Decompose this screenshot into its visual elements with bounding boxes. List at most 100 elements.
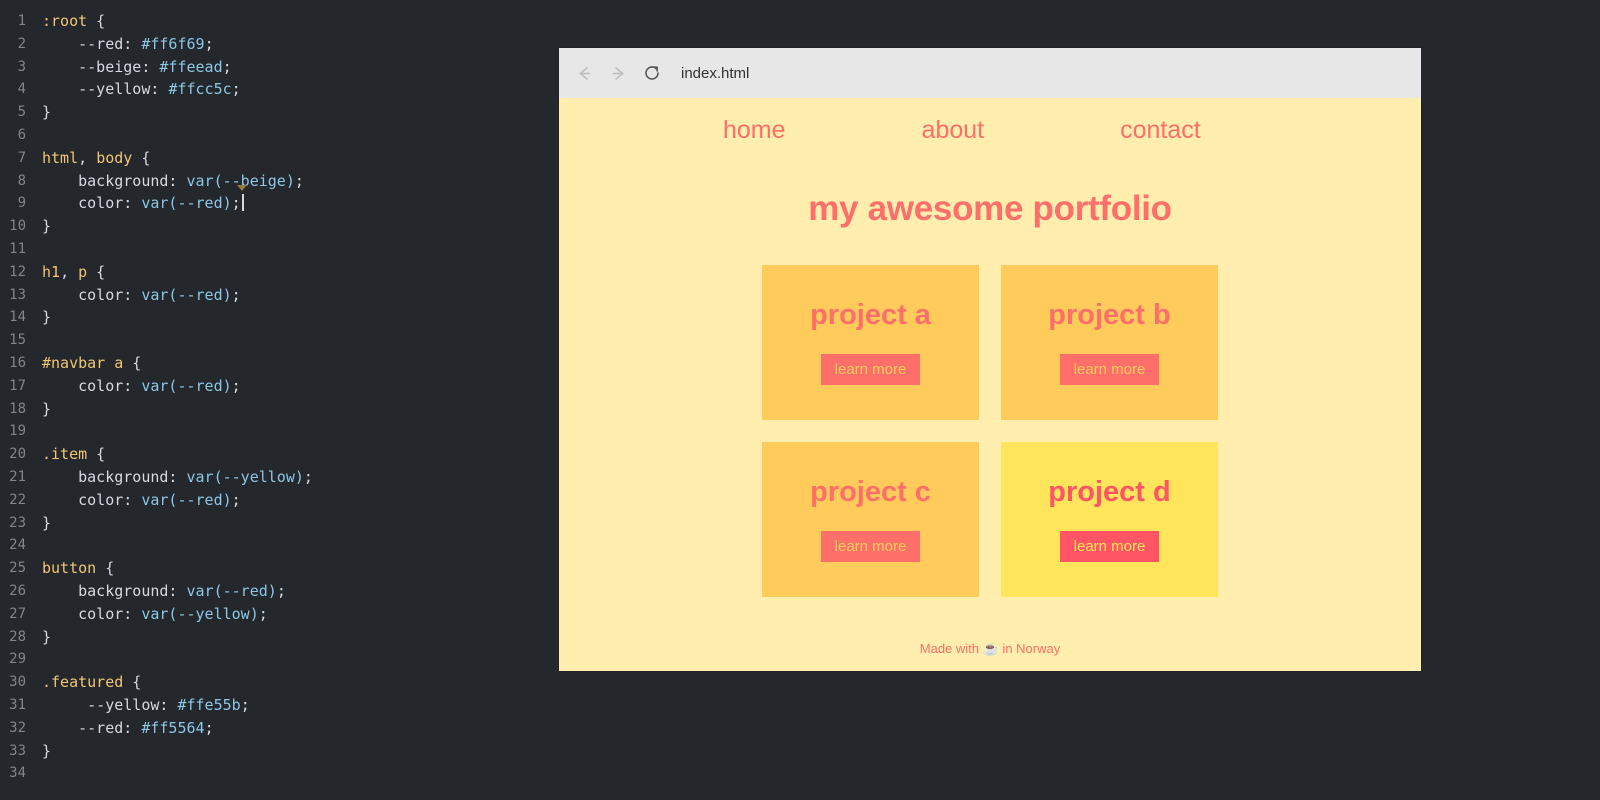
line-number: 11 (9, 240, 26, 257)
site-navbar: home about contact (605, 98, 1375, 145)
project-card-a[interactable]: project a learn more (762, 265, 979, 420)
code-line[interactable]: 21 background: var(--yellow); (0, 466, 560, 489)
code-line[interactable]: 2 --red: #ff6f69; (0, 33, 560, 56)
project-card-b[interactable]: project b learn more (1001, 265, 1218, 420)
project-card-d[interactable]: project d learn more (1001, 442, 1218, 597)
code-editor[interactable]: 1:root {2 --red: #ff6f69; 3 --beige: #ffe… (0, 0, 560, 800)
code-line[interactable]: 8 background: var(--beige); (0, 170, 560, 193)
code-line[interactable]: 12 h1, p { (0, 261, 560, 284)
forward-icon[interactable] (605, 60, 631, 86)
code-text: } (42, 308, 52, 327)
browser-window: index.html home about contact my awesome… (559, 48, 1421, 671)
code-line[interactable]: 16 #navbar a { (0, 352, 560, 375)
code-line[interactable]: 15 (0, 329, 560, 352)
code-line[interactable]: 9 color: var(--red); (0, 185, 560, 215)
code-line[interactable]: 34 (0, 762, 560, 785)
code-line[interactable]: 32 --red: #ff5564; (0, 717, 560, 740)
learn-more-button[interactable]: learn more (1059, 530, 1160, 562)
url-text[interactable]: index.html (681, 65, 749, 82)
code-text: --red: #ff5564; (42, 718, 214, 737)
code-line[interactable]: 7 html, body { (0, 147, 560, 170)
code-text: } (42, 627, 52, 646)
projects-grid: project a learn more project b learn mor… (605, 265, 1375, 597)
line-number: 9 (17, 195, 26, 212)
line-number: 5 (17, 104, 26, 121)
line-number: 29 (9, 651, 26, 668)
code-line[interactable]: 18} (0, 398, 560, 421)
code-line[interactable]: 27 color: var(--yellow); (0, 603, 560, 626)
code-line[interactable]: 11 (0, 238, 560, 261)
code-line[interactable]: 13 color: var(--red); (0, 284, 560, 307)
code-text: } (42, 399, 52, 418)
line-number: 34 (9, 765, 26, 782)
learn-more-button[interactable]: learn more (820, 353, 921, 385)
page-footer: Made with ☕ in Norway (919, 641, 1061, 656)
back-icon[interactable] (571, 60, 597, 86)
code-line[interactable]: 5} (0, 101, 560, 124)
line-number: 1 (17, 13, 26, 29)
code-text: color: var(--red); (42, 185, 247, 215)
code-line[interactable]: 1:root { (0, 10, 560, 33)
code-line[interactable]: 10} (0, 215, 560, 238)
code-text: --beige: #ffeead; (42, 57, 232, 76)
line-number: 33 (9, 742, 26, 759)
line-number: 26 (9, 582, 26, 599)
code-line[interactable]: 20 .item { (0, 443, 560, 466)
line-number: 31 (9, 696, 26, 713)
code-line[interactable]: 24 (0, 534, 560, 557)
code-text: background: var(--yellow); (42, 467, 313, 486)
nav-link-home[interactable]: home (723, 116, 786, 145)
line-number: 21 (9, 468, 26, 485)
line-number: 18 (9, 400, 26, 417)
code-line[interactable]: 29 (0, 648, 560, 671)
text-caret (241, 194, 244, 212)
code-text: background: var(--red); (42, 581, 286, 600)
code-text: color: var(--red); (42, 285, 241, 304)
line-number: 25 (9, 560, 26, 577)
code-text: .featured { (42, 673, 142, 692)
code-line[interactable]: 30 .featured { (0, 671, 560, 694)
learn-more-button[interactable]: learn more (1059, 353, 1160, 385)
learn-more-button[interactable]: learn more (820, 530, 921, 562)
project-title: project a (810, 298, 931, 331)
code-line[interactable]: 19 (0, 420, 560, 443)
line-number: 27 (9, 605, 26, 622)
line-number: 23 (9, 514, 26, 531)
code-text: --yellow: #ffcc5c; (42, 80, 241, 99)
code-text: --yellow: #ffe55b; (42, 695, 250, 714)
line-number: 10 (9, 218, 26, 235)
code-line[interactable]: 14} (0, 306, 560, 329)
line-number: 6 (17, 126, 26, 143)
page-headline: my awesome portfolio (808, 189, 1172, 228)
code-text: .item { (42, 445, 106, 464)
code-line[interactable]: 3 --beige: #ffeead; (0, 56, 560, 79)
caret-marker (236, 185, 247, 192)
code-line[interactable]: 26 background: var(--red); (0, 580, 560, 603)
code-line[interactable]: 28} (0, 626, 560, 649)
code-line[interactable]: 22 color: var(--red); (0, 489, 560, 512)
line-number: 13 (9, 286, 26, 303)
code-line[interactable]: 4 --yellow: #ffcc5c; (0, 78, 560, 101)
line-number: 32 (9, 719, 26, 736)
code-line[interactable]: 33} (0, 740, 560, 763)
code-line[interactable]: 17 color: var(--red); (0, 375, 560, 398)
nav-link-contact[interactable]: contact (1120, 116, 1201, 145)
code-text: --red: #ff6f69; (42, 34, 214, 53)
line-number: 30 (9, 674, 26, 691)
code-line[interactable]: 23} (0, 512, 560, 535)
line-number: 14 (9, 309, 26, 326)
project-card-c[interactable]: project c learn more (762, 442, 979, 597)
browser-toolbar: index.html (559, 48, 1421, 98)
nav-link-about[interactable]: about (922, 116, 985, 145)
line-number: 2 (17, 35, 26, 52)
code-text: } (42, 741, 52, 760)
code-line[interactable]: 25 button { (0, 557, 560, 580)
line-number: 15 (9, 332, 26, 349)
code-line[interactable]: 31 --yellow: #ffe55b; (0, 694, 560, 717)
project-title: project c (810, 475, 931, 508)
line-number: 28 (9, 628, 26, 645)
line-number: 24 (9, 537, 26, 554)
line-number: 19 (9, 423, 26, 440)
code-line[interactable]: 6 (0, 124, 560, 147)
reload-icon[interactable] (639, 60, 665, 86)
